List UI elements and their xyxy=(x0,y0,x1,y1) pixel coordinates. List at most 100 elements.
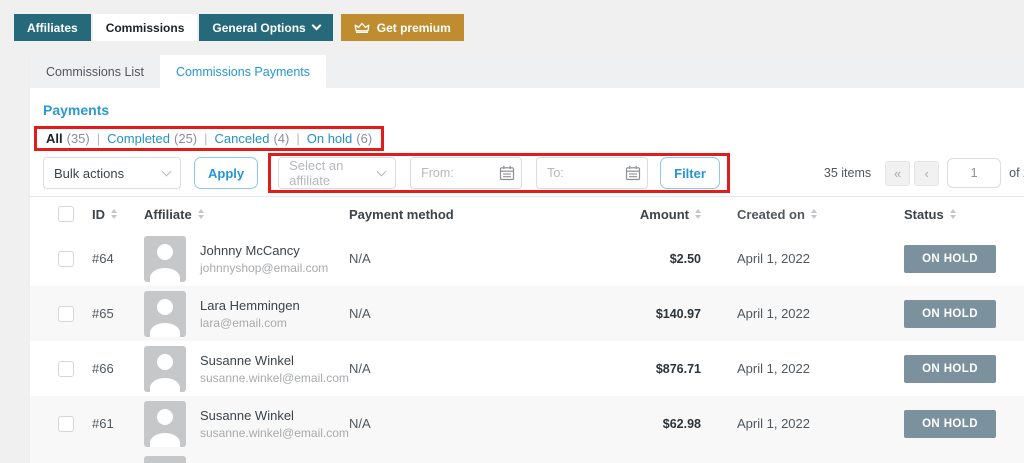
affiliate-name: Susanne Winkel xyxy=(200,353,349,368)
column-id-label: ID xyxy=(92,207,105,222)
amount: $140.97 xyxy=(631,307,701,321)
affiliate-cell: Johnny McCancy johnnyshop@email.com xyxy=(144,236,349,282)
affiliate-name: Susanne Winkel xyxy=(200,408,349,423)
filter-canceled: Canceled (4) xyxy=(197,131,289,146)
column-payment-method-label: Payment method xyxy=(349,207,454,222)
first-page-button[interactable]: « xyxy=(885,161,910,186)
status-badge: ON HOLD xyxy=(904,355,996,383)
tab-commissions-label: Commissions xyxy=(106,21,185,35)
get-premium-label: Get premium xyxy=(377,21,451,35)
filter-canceled-count: (4) xyxy=(273,131,289,146)
created-on: April 1, 2022 xyxy=(701,361,894,376)
status-badge: ON HOLD xyxy=(904,245,996,273)
status-badge: ON HOLD xyxy=(904,300,996,328)
status-badge: ON HOLD xyxy=(904,410,996,438)
affiliate-email: johnnyshop@email.com xyxy=(200,261,328,275)
filter-on-hold-link[interactable]: On hold xyxy=(307,131,353,146)
filter-all-link[interactable]: All xyxy=(46,131,63,146)
table-row: #61 Susanne Winkel susanne.winkel@email.… xyxy=(30,396,1024,451)
previous-page-button[interactable]: ‹ xyxy=(914,161,939,186)
plugin-nav-tabs: Affiliates Commissions General Options G… xyxy=(14,14,466,41)
created-on: April 1, 2022 xyxy=(701,251,894,266)
table-row: #66 Susanne Winkel susanne.winkel@email.… xyxy=(30,341,1024,396)
tab-general-options[interactable]: General Options xyxy=(199,14,332,41)
payment-method: N/A xyxy=(349,416,631,431)
affiliate-name: Johnny McCancy xyxy=(200,243,328,258)
affiliate-email: lara@email.com xyxy=(200,316,300,330)
tab-affiliates-label: Affiliates xyxy=(27,21,78,35)
filter-all-count: (35) xyxy=(67,131,90,146)
column-created-on-label: Created on xyxy=(737,207,805,222)
sort-icon[interactable] xyxy=(198,209,204,219)
sort-icon[interactable] xyxy=(111,209,117,219)
row-checkbox[interactable] xyxy=(58,251,74,267)
amount: $876.71 xyxy=(631,362,701,376)
created-on: April 1, 2022 xyxy=(701,306,894,321)
total-pages-label: of 2 xyxy=(1009,166,1024,180)
date-to-field xyxy=(536,157,648,189)
filter-all: All (35) xyxy=(46,131,90,146)
table-header: ID Affiliate Payment method Amount Creat… xyxy=(30,197,1024,231)
tab-commissions[interactable]: Commissions xyxy=(93,14,198,41)
column-status-label: Status xyxy=(904,207,944,222)
annotation-box-filter-controls: Select an affiliate xyxy=(268,153,730,193)
commissions-panel: Commissions List Commissions Payments Pa… xyxy=(30,55,1024,463)
subtab-commissions-list[interactable]: Commissions List xyxy=(30,55,160,88)
crown-icon xyxy=(354,22,370,34)
pagination: 35 items « ‹ of 2 xyxy=(824,158,1024,188)
payment-id: #65 xyxy=(92,306,144,321)
tab-affiliates[interactable]: Affiliates xyxy=(14,14,91,41)
apply-button[interactable]: Apply xyxy=(194,157,258,189)
bulk-actions-label: Bulk actions xyxy=(54,166,124,181)
affiliate-email: susanne.winkel@email.com xyxy=(200,371,349,385)
filter-on-hold: On hold (6) xyxy=(289,131,372,146)
subtab-commissions-payments-label: Commissions Payments xyxy=(176,65,310,79)
subtab-commissions-list-label: Commissions List xyxy=(46,65,144,79)
payment-id: #66 xyxy=(92,361,144,376)
select-affiliate-label: Select an affiliate xyxy=(289,158,378,188)
avatar xyxy=(144,346,186,392)
payment-method: N/A xyxy=(349,251,631,266)
subtab-commissions-payments[interactable]: Commissions Payments xyxy=(160,55,326,88)
payment-id: #61 xyxy=(92,416,144,431)
affiliate-email: susanne.winkel@email.com xyxy=(200,426,349,440)
get-premium-button[interactable]: Get premium xyxy=(341,14,464,41)
calendar-icon[interactable] xyxy=(625,165,641,181)
current-page-input[interactable] xyxy=(947,158,1001,188)
commissions-subtabs: Commissions List Commissions Payments xyxy=(30,55,1024,88)
bulk-actions-select[interactable]: Bulk actions xyxy=(43,157,181,189)
sort-icon[interactable] xyxy=(950,209,956,219)
row-checkbox[interactable] xyxy=(58,306,74,322)
page-title: Payments xyxy=(43,102,1024,118)
avatar xyxy=(144,456,186,463)
chevron-down-icon xyxy=(377,166,387,176)
row-checkbox[interactable] xyxy=(58,416,74,432)
filter-button[interactable]: Filter xyxy=(660,157,720,189)
tab-general-options-label: General Options xyxy=(212,21,305,35)
amount: $62.98 xyxy=(631,417,701,431)
select-all-checkbox[interactable] xyxy=(58,206,74,222)
filter-completed: Completed (25) xyxy=(90,131,197,146)
payment-id: #64 xyxy=(92,251,144,266)
calendar-icon[interactable] xyxy=(499,165,515,181)
filter-on-hold-count: (6) xyxy=(356,131,372,146)
avatar xyxy=(144,236,186,282)
select-affiliate-dropdown[interactable]: Select an affiliate xyxy=(278,157,396,189)
sort-icon[interactable] xyxy=(811,209,817,219)
affiliate-cell: Lara Hemmingen lara@email.com xyxy=(144,291,349,337)
filter-completed-link[interactable]: Completed xyxy=(107,131,170,146)
avatar xyxy=(144,291,186,337)
column-amount-label: Amount xyxy=(640,207,689,222)
payment-method: N/A xyxy=(349,306,631,321)
filter-canceled-link[interactable]: Canceled xyxy=(215,131,270,146)
table-body: #64 Johnny McCancy johnnyshop@email.com … xyxy=(30,231,1024,451)
affiliate-cell: Susanne Winkel susanne.winkel@email.com xyxy=(144,346,349,392)
table-row: #64 Johnny McCancy johnnyshop@email.com … xyxy=(30,231,1024,286)
chevron-down-icon xyxy=(162,166,172,176)
table-controls: Bulk actions Apply Select an affiliate xyxy=(43,153,1024,193)
row-checkbox[interactable] xyxy=(58,361,74,377)
affiliate-name: Lara Hemmingen xyxy=(200,298,300,313)
amount: $2.50 xyxy=(631,252,701,266)
column-affiliate-label: Affiliate xyxy=(144,207,192,222)
table-row-partial xyxy=(30,451,1024,463)
